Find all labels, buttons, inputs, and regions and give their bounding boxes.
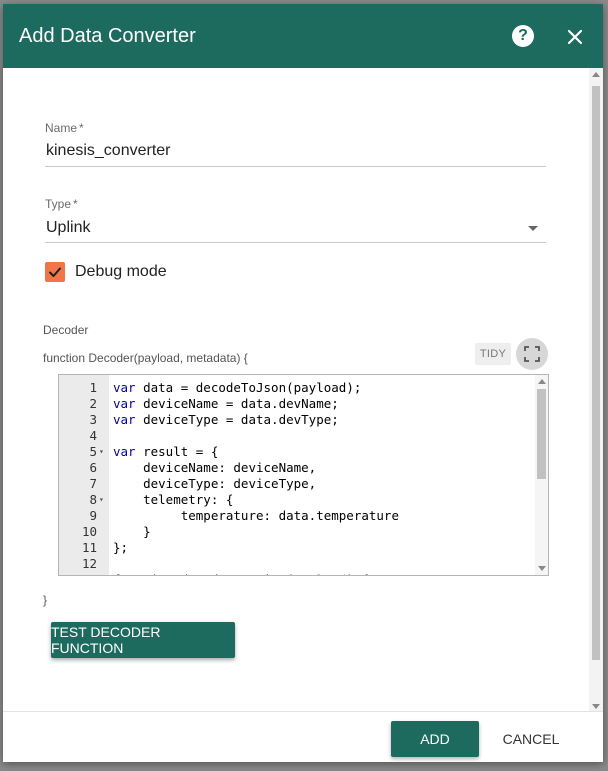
line-number: 10 <box>81 524 97 539</box>
add-data-converter-dialog: Add Data Converter ? Name * kinesis_conve… <box>3 4 603 762</box>
close-button[interactable] <box>555 17 595 57</box>
code-text: } <box>113 524 151 539</box>
code-line[interactable]: 3 var deviceType = data.devType; <box>59 412 548 428</box>
code-text: temperature: data.temperature <box>113 508 399 523</box>
fold-arrow-icon[interactable]: ▾ <box>99 572 104 575</box>
line-number: 3 <box>89 412 97 427</box>
code-text: }; <box>113 540 129 555</box>
line-number: 6 <box>89 460 97 475</box>
decoder-closing-brace: } <box>43 593 48 607</box>
tidy-button[interactable]: TIDY <box>475 343 511 365</box>
dialog-titlebar: Add Data Converter ? <box>3 4 603 68</box>
code-line[interactable]: 12 <box>59 556 548 572</box>
code-editor[interactable]: 1 var data = decodeToJson(payload); 2 var d… <box>58 374 549 576</box>
line-number: 12 <box>81 556 97 571</box>
dialog-scroll-thumb[interactable] <box>592 86 600 660</box>
editor-scroll-thumb[interactable] <box>537 389 546 479</box>
decoder-section-label: Decoder <box>43 323 89 337</box>
line-number: 11 <box>81 540 97 555</box>
dialog-footer: ADD CANCEL <box>3 711 603 762</box>
line-number: 2 <box>89 396 97 411</box>
type-field-label: Type * <box>45 197 78 211</box>
code-line[interactable]: 10 } <box>59 524 548 540</box>
debug-mode-checkbox[interactable] <box>45 262 65 282</box>
fullscreen-button[interactable] <box>516 338 548 370</box>
close-icon <box>567 29 583 45</box>
code-line[interactable]: 11}; <box>59 540 548 556</box>
debug-mode-label: Debug mode <box>75 263 167 280</box>
cancel-button[interactable]: CANCEL <box>491 721 571 757</box>
type-select[interactable]: Uplink <box>46 219 90 237</box>
line-number: 9 <box>89 508 97 523</box>
code-text: function decodeToString(payload) { <box>113 572 369 575</box>
scroll-down-icon[interactable] <box>592 704 600 709</box>
scroll-up-icon[interactable] <box>592 72 600 77</box>
dialog-scrollbar[interactable] <box>589 68 603 711</box>
scroll-up-icon[interactable] <box>538 379 546 384</box>
code-line[interactable]: 1 var data = decodeToJson(payload); <box>59 380 548 396</box>
add-button[interactable]: ADD <box>391 721 479 757</box>
scroll-down-icon[interactable] <box>538 566 546 571</box>
name-field-label: Name * <box>45 121 84 135</box>
checkmark-icon <box>49 267 61 277</box>
line-number: 5 <box>89 444 97 459</box>
code-line[interactable]: 9 temperature: data.temperature <box>59 508 548 524</box>
code-line[interactable]: 5 ▾ var result = { <box>59 444 548 460</box>
code-text: var data = decodeToJson(payload); <box>113 380 362 395</box>
code-line[interactable]: 2 var deviceName = data.devName; <box>59 396 548 412</box>
code-text: var deviceType = data.devType; <box>113 412 339 427</box>
fold-arrow-icon[interactable]: ▾ <box>99 444 104 460</box>
line-number: 7 <box>89 476 97 491</box>
decoder-signature: function Decoder(payload, metadata) { <box>43 351 248 365</box>
code-line[interactable]: 8 ▾ telemetry: { <box>59 492 548 508</box>
fullscreen-icon <box>524 346 540 362</box>
line-number: 13 <box>59 572 97 575</box>
code-text: telemetry: { <box>113 492 234 507</box>
help-button[interactable]: ? <box>503 16 543 56</box>
test-decoder-function-button[interactable]: TEST DECODER FUNCTION <box>51 622 235 658</box>
code-text: deviceName: deviceName, <box>113 460 317 475</box>
code-line[interactable]: 13▾ function decodeToString(payload) { <box>59 572 548 575</box>
fold-arrow-icon[interactable]: ▾ <box>99 492 104 508</box>
line-number: 4 <box>89 428 97 443</box>
type-field-underline <box>45 242 546 243</box>
dialog-content: Name * kinesis_converter Type * Uplink Deb… <box>3 68 589 711</box>
line-number: 8 <box>89 492 97 507</box>
code-text: deviceType: deviceType, <box>113 476 317 491</box>
code-text: var deviceName = data.devName; <box>113 396 339 411</box>
name-field-underline <box>45 166 546 167</box>
code-line[interactable]: 7 deviceType: deviceType, <box>59 476 548 492</box>
editor-scrollbar[interactable] <box>535 375 548 575</box>
line-number: 1 <box>89 380 97 395</box>
dropdown-arrow-icon[interactable] <box>528 226 538 231</box>
dialog-title: Add Data Converter <box>19 25 196 47</box>
name-input[interactable]: kinesis_converter <box>46 142 171 160</box>
code-line[interactable]: 4 <box>59 428 548 444</box>
help-circle-icon: ? <box>512 25 534 47</box>
code-text: var result = { <box>113 444 219 459</box>
code-line[interactable]: 6 deviceName: deviceName, <box>59 460 548 476</box>
